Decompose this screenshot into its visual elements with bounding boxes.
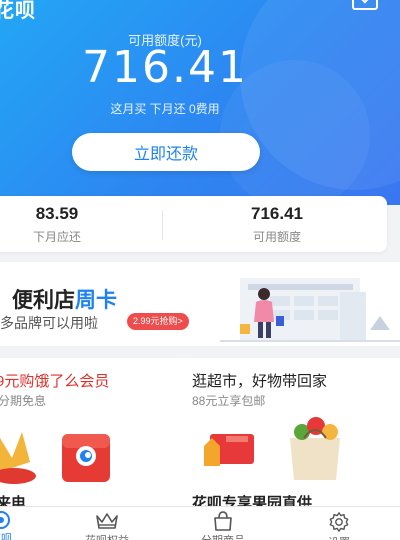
available-credit[interactable]: 716.41 可用额度: [182, 204, 372, 245]
promo-tile-membership[interactable]: 9元购饿了么会员 分期免息 来电: [0, 358, 188, 506]
tab-settings[interactable]: 设置: [304, 511, 374, 540]
credit-note: 这月买 下月还 0费用: [110, 102, 220, 116]
bottom-tab-bar: 花呗 花呗权益 分期商品 设置: [0, 506, 400, 540]
next-month-due-label: 下月应还: [32, 230, 81, 244]
tab-installment-goods[interactable]: 分期商品: [188, 511, 258, 540]
available-credit-label: 可用额度: [252, 230, 301, 244]
header-hero: 花呗 可用额度(元) 716.41 这月买 下月还 0费用 立即还款: [0, 0, 400, 205]
tile-title: 9元购饿了么会员: [0, 373, 110, 390]
summary-card: 83.59 下月应还 716.41 可用额度: [0, 196, 387, 252]
tab-huabei[interactable]: 花呗: [0, 511, 36, 540]
membership-illustration: [0, 432, 110, 484]
crown-icon: [96, 513, 118, 529]
available-credit-value: 716.41: [251, 204, 303, 223]
tab-label: 设置: [304, 534, 374, 540]
tab-label: 分期商品: [188, 532, 258, 540]
groceries-illustration: [204, 417, 340, 480]
promo-title-accent: 周卡: [75, 289, 117, 312]
app-title: 花呗: [0, 0, 36, 22]
bill-icon[interactable]: [352, 0, 378, 10]
tile-subtitle: 分期免息: [0, 394, 47, 408]
divider: [162, 210, 163, 240]
tile-bottom-text: 花呗专享果园直供: [192, 495, 313, 506]
promo-tile-supermarket[interactable]: 逛超市，好物带回家 88元立享包邮 花呗专享果园直供: [180, 358, 400, 506]
promo-banner[interactable]: 便利店周卡 多品牌可以用啦 2.99元抢购>: [0, 262, 400, 346]
credit-value: 716.41: [82, 42, 248, 93]
tab-label: 花呗: [0, 533, 12, 540]
promo-price-tag[interactable]: 2.99元抢购>: [127, 313, 189, 330]
tab-label: 花呗权益: [72, 532, 142, 540]
next-month-due-value: 83.59: [35, 204, 79, 223]
store-illustration: [220, 278, 400, 342]
gear-icon: [329, 512, 349, 532]
tile-title: 逛超市，好物带回家: [192, 373, 328, 390]
tile-bottom-text: 来电: [0, 495, 27, 506]
promo-subtitle: 多品牌可以用啦: [0, 315, 98, 331]
tile-subtitle: 88元立享包邮: [192, 394, 266, 408]
promo-title-plain: 便利店: [12, 289, 75, 312]
repay-now-button[interactable]: 立即还款: [72, 133, 260, 171]
shopping-bag-icon: [214, 511, 232, 531]
huabei-icon: [0, 511, 10, 529]
tab-huabei-benefits[interactable]: 花呗权益: [72, 511, 142, 540]
promo-title: 便利店周卡: [12, 284, 117, 314]
next-month-due[interactable]: 83.59 下月应还: [0, 204, 132, 245]
